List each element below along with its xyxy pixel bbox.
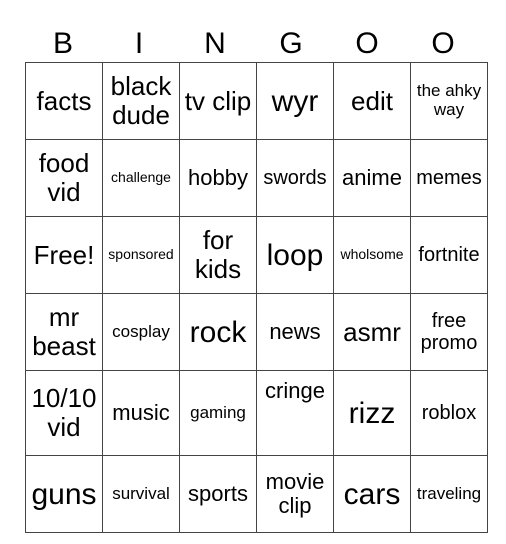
bingo-cell[interactable]: tv clip <box>179 62 257 140</box>
header-letter: I <box>134 27 144 60</box>
grid-row: food vid challenge hobby swords anime me… <box>25 139 488 217</box>
bingo-cell[interactable]: asmr <box>333 293 411 371</box>
bingo-header: B I N G O O <box>25 26 481 62</box>
bingo-cell[interactable]: movie clip <box>256 455 334 533</box>
bingo-cell[interactable]: news <box>256 293 334 371</box>
bingo-cell[interactable]: loop <box>256 216 334 294</box>
bingo-cell[interactable]: guns <box>25 455 103 533</box>
bingo-cell[interactable]: wholsome <box>333 216 411 294</box>
header-letter: N <box>204 27 226 60</box>
bingo-grid: facts black dude tv clip wyr edit the ah… <box>25 62 488 533</box>
bingo-cell[interactable]: facts <box>25 62 103 140</box>
bingo-cell[interactable]: the ahky way <box>410 62 488 140</box>
header-letter: O <box>355 27 379 60</box>
bingo-cell[interactable]: rizz <box>333 370 411 456</box>
bingo-cell[interactable]: roblox <box>410 370 488 456</box>
grid-row: Free! sponsored for kids loop wholsome f… <box>25 216 488 294</box>
bingo-cell[interactable]: edit <box>333 62 411 140</box>
bingo-cell[interactable]: hobby <box>179 139 257 217</box>
bingo-cell[interactable]: cringe <box>256 370 334 456</box>
bingo-cell[interactable]: mr beast <box>25 293 103 371</box>
bingo-cell[interactable]: cars <box>333 455 411 533</box>
grid-row: mr beast cosplay rock news asmr free pro… <box>25 293 488 371</box>
header-letter: G <box>279 27 303 60</box>
grid-row: 10/10 vid music gaming cringe rizz roblo… <box>25 370 488 456</box>
bingo-cell[interactable]: music <box>102 370 180 456</box>
bingo-cell[interactable]: cosplay <box>102 293 180 371</box>
bingo-cell[interactable]: food vid <box>25 139 103 217</box>
bingo-cell[interactable]: survival <box>102 455 180 533</box>
bingo-cell[interactable]: black dude <box>102 62 180 140</box>
bingo-cell[interactable]: traveling <box>410 455 488 533</box>
bingo-cell[interactable]: free promo <box>410 293 488 371</box>
bingo-cell[interactable]: for kids <box>179 216 257 294</box>
bingo-cell[interactable]: swords <box>256 139 334 217</box>
bingo-cell[interactable]: memes <box>410 139 488 217</box>
bingo-cell[interactable]: 10/10 vid <box>25 370 103 456</box>
bingo-cell[interactable]: Free! <box>25 216 103 294</box>
bingo-cell[interactable]: fortnite <box>410 216 488 294</box>
bingo-cell[interactable]: rock <box>179 293 257 371</box>
header-letter: O <box>431 27 455 60</box>
bingo-cell[interactable]: sports <box>179 455 257 533</box>
header-letter: B <box>52 27 73 60</box>
bingo-cell[interactable]: sponsored <box>102 216 180 294</box>
bingo-cell[interactable]: challenge <box>102 139 180 217</box>
bingo-cell[interactable]: wyr <box>256 62 334 140</box>
bingo-cell[interactable]: anime <box>333 139 411 217</box>
grid-row: guns survival sports movie clip cars tra… <box>25 455 488 533</box>
bingo-cell[interactable]: gaming <box>179 370 257 456</box>
grid-row: facts black dude tv clip wyr edit the ah… <box>25 62 488 140</box>
